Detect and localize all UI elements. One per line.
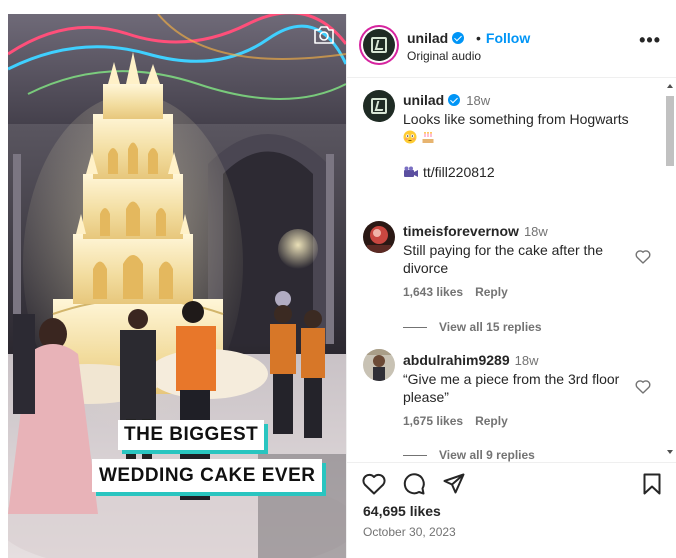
comment-text: Still paying for the cake after the divo… [403,242,603,276]
original-audio-link[interactable]: Original audio [407,49,481,63]
replies-rule [403,455,427,457]
post-details-panel: unilad • Follow Original audio ••• unilad… [346,14,676,558]
view-replies-label[interactable]: View all 9 replies [439,448,535,462]
share-icon[interactable] [441,471,467,497]
replies-rule [403,327,427,329]
follow-label[interactable]: Follow [486,30,530,46]
scroll-down-arrow-icon[interactable] [667,450,673,454]
commenter-avatar-image [363,349,395,381]
author-username-text[interactable]: unilad [407,30,448,46]
post-header: unilad • Follow Original audio ••• [347,14,676,78]
unilad-logo [371,98,387,114]
comment-username[interactable]: timeisforevernow [403,223,519,239]
comment-author: timeisforevernow 18w [403,223,548,239]
caption-link-text[interactable]: tt/fill220812 [423,164,495,180]
caption-body: Looks like something from Hogwarts [403,111,629,127]
camera-icon[interactable] [312,24,336,46]
verified-badge-icon [448,94,461,106]
heart-icon[interactable] [361,471,387,497]
bookmark-icon[interactable] [639,471,665,497]
follow-button[interactable]: • Follow [476,30,530,46]
comment-likes[interactable]: 1,675 likes [403,414,463,428]
comments-scrollbar[interactable] [666,84,674,454]
scroll-up-arrow-icon[interactable] [667,84,673,88]
comment-text: “Give me a piece from the 3rd floor plea… [403,371,620,405]
comment-author: abdulrahim9289 18w [403,352,538,368]
comment-like-heart-icon[interactable] [635,249,651,264]
author-username[interactable]: unilad [407,30,465,46]
comment-like-heart-icon[interactable] [635,379,651,394]
view-replies-button[interactable]: View all 9 replies [403,448,535,462]
comment-meta: 1,675 likes Reply [403,414,508,428]
post-actions: 64,695 likes October 30, 2023 [347,462,676,558]
video-caption-line1: THE BIGGEST [118,420,265,450]
comment-time[interactable]: 18w [515,353,539,368]
caption-username[interactable]: unilad [403,92,444,108]
view-replies-button[interactable]: View all 15 replies [403,320,542,334]
movie-camera-emoji [404,166,418,177]
flushed-face-emoji [403,130,417,144]
scrollbar-thumb[interactable] [666,96,674,166]
caption-link[interactable]: tt/fill220812 [403,164,495,180]
unilad-logo [371,37,387,53]
comments-scroll-area[interactable]: unilad 18w Looks like something from Hogw… [347,78,676,463]
video-caption-line2: WEDDING CAKE EVER [92,459,323,492]
post-media[interactable]: THE BIGGEST WEDDING CAKE EVER [8,14,346,558]
separator-dot: • [476,30,481,46]
post-like-count[interactable]: 64,695 likes [363,503,441,519]
reply-button[interactable]: Reply [475,285,508,299]
post-date[interactable]: October 30, 2023 [363,525,456,539]
more-options-icon[interactable]: ••• [639,31,661,49]
caption-text: Looks like something from Hogwarts [403,110,653,146]
caption-avatar[interactable] [363,90,395,122]
author-avatar[interactable] [363,29,395,61]
commenter-avatar-image [363,221,395,253]
caption-time[interactable]: 18w [466,93,490,108]
comment-username[interactable]: abdulrahim9289 [403,352,510,368]
commenter-avatar[interactable] [363,349,395,381]
comment-meta: 1,643 likes Reply [403,285,508,299]
comment-icon[interactable] [401,471,427,497]
caption-author: unilad 18w [403,92,490,108]
view-replies-label[interactable]: View all 15 replies [439,320,542,334]
comment-time[interactable]: 18w [524,224,548,239]
commenter-avatar[interactable] [363,221,395,253]
verified-badge-icon [452,32,465,44]
comment-likes[interactable]: 1,643 likes [403,285,463,299]
birthday-cake-emoji [422,132,434,143]
reply-button[interactable]: Reply [475,414,508,428]
